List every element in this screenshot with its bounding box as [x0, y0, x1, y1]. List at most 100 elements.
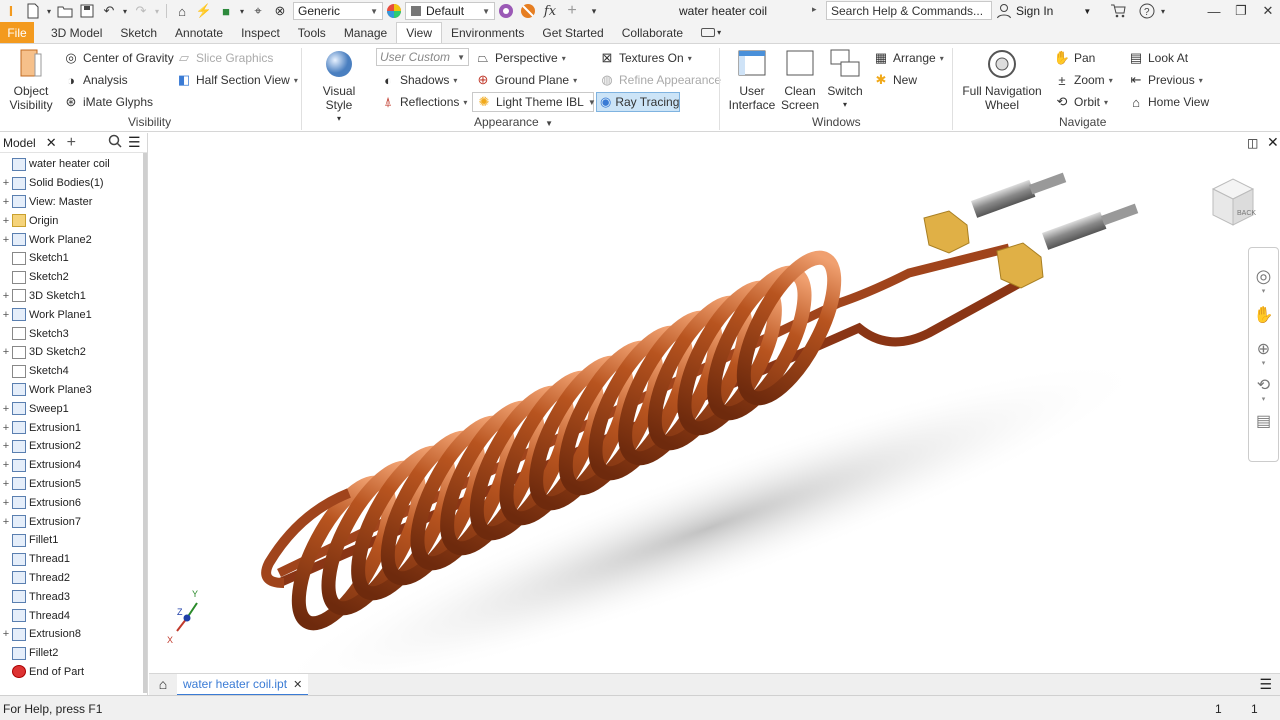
ribbon-options-button[interactable]: ▾ — [692, 22, 730, 43]
appearance-panel-label[interactable]: Appearance ▼ — [474, 115, 553, 129]
tab-sketch[interactable]: Sketch — [111, 22, 166, 43]
view-cube[interactable]: BACK — [1207, 173, 1257, 231]
previous-view-button[interactable]: ⇤ Previous ▾ — [1128, 72, 1203, 88]
browser-item[interactable]: Fillet1 — [0, 531, 147, 550]
material-select[interactable]: Generic ▼ — [293, 2, 383, 20]
full-navigation-wheel-button[interactable]: Full Navigation Wheel — [960, 48, 1044, 112]
expand-icon[interactable]: + — [0, 403, 12, 415]
look-at-icon[interactable]: ▤ — [1256, 411, 1271, 431]
tab-view[interactable]: View — [396, 22, 442, 43]
refine-appearance-button[interactable]: ◍ Refine Appearance — [599, 72, 721, 88]
object-visibility-button[interactable]: Object Visibility — [8, 48, 54, 112]
nav-wheel-icon[interactable]: ◎ — [1256, 266, 1272, 287]
browser-item[interactable]: + Sweep1 — [0, 399, 147, 418]
browser-item[interactable]: + Extrusion4 — [0, 456, 147, 475]
inventor-logo-icon[interactable]: I — [1, 2, 21, 20]
help-icon[interactable]: ? — [1137, 2, 1157, 20]
browser-item[interactable]: +3D Sketch2 — [0, 343, 147, 362]
parameters-fx-icon[interactable]: fx — [540, 2, 560, 20]
expand-icon[interactable]: + — [0, 422, 12, 434]
graphics-viewport[interactable]: Y X Z BACK ◫ ✕ ◎ ▾ ✋ ⊕ ▾ ⟲ ▾ ▤ — [149, 133, 1280, 699]
expand-icon[interactable]: + — [0, 346, 12, 358]
tab-tools[interactable]: Tools — [289, 22, 335, 43]
zoom-icon[interactable]: ⊕ — [1257, 339, 1270, 359]
browser-item[interactable]: + Solid Bodies(1) — [0, 174, 147, 193]
document-tab[interactable]: water heater coil.ipt ✕ — [177, 674, 309, 696]
tab-annotate[interactable]: Annotate — [166, 22, 232, 43]
user-interface-button[interactable]: User Interface — [728, 48, 776, 112]
expand-icon[interactable]: + — [0, 478, 12, 490]
sign-in-button[interactable]: Sign In ▼ — [996, 3, 1091, 19]
redo-dropdown-icon[interactable]: ▾ — [153, 2, 161, 20]
select-dropdown-icon[interactable]: ▾ — [238, 2, 246, 20]
document-tabs-menu-icon[interactable]: ☰ — [1259, 676, 1272, 693]
half-section-view-button[interactable]: ◧ Half Section View ▾ — [176, 72, 298, 88]
browser-item[interactable]: Fillet2 — [0, 644, 147, 663]
browser-item[interactable]: + Work Plane1 — [0, 305, 147, 324]
browser-item[interactable]: Sketch4 — [0, 362, 147, 381]
help-dropdown-icon[interactable]: ▾ — [1159, 2, 1167, 20]
ucs-icon[interactable]: ⊗ — [270, 2, 290, 20]
tab-manage[interactable]: Manage — [335, 22, 396, 43]
ray-tracing-button[interactable]: ◉ Ray Tracing — [596, 92, 680, 112]
pan-button[interactable]: ✋ Pan — [1054, 50, 1095, 66]
save-icon[interactable] — [77, 2, 97, 20]
imate-glyphs-button[interactable]: ⊛ iMate Glyphs — [63, 94, 153, 110]
expand-icon[interactable]: + — [0, 459, 12, 471]
browser-item[interactable]: Sketch1 — [0, 249, 147, 268]
arrange-button[interactable]: ▦ Arrange ▾ — [873, 50, 944, 66]
expand-icon[interactable]: + — [0, 196, 12, 208]
search-icon[interactable] — [108, 134, 122, 151]
user-custom-select[interactable]: User Custom ▼ — [376, 48, 469, 66]
expand-icon[interactable]: + — [0, 497, 12, 509]
undo-dropdown-icon[interactable]: ▾ — [121, 2, 129, 20]
browser-item[interactable]: + Extrusion8 — [0, 625, 147, 644]
switch-button[interactable]: Switch ▾ — [824, 48, 866, 112]
viewport-close-icon[interactable]: ✕ — [1267, 134, 1279, 151]
restore-icon[interactable]: ❐ — [1231, 2, 1251, 20]
expand-icon[interactable]: + — [0, 234, 12, 246]
browser-item[interactable]: Thread2 — [0, 569, 147, 588]
analysis-button[interactable]: ◑ Analysis — [63, 72, 128, 88]
close-browser-icon[interactable]: ✕ — [46, 135, 57, 151]
shadows-button[interactable]: ◐ Shadows ▾ — [380, 72, 457, 88]
redo-icon[interactable]: ↷ — [131, 2, 151, 20]
browser-item[interactable]: + Extrusion1 — [0, 418, 147, 437]
search-expand-icon[interactable]: ▸ — [812, 4, 817, 15]
viewport-maximize-icon[interactable]: ◫ — [1247, 136, 1258, 150]
tab-inspect[interactable]: Inspect — [232, 22, 289, 43]
chevron-down-icon[interactable]: ▾ — [1262, 359, 1266, 367]
close-icon[interactable]: ✕ — [1258, 2, 1278, 20]
visual-style-button[interactable]: Visual Style ▾ — [309, 48, 369, 126]
cart-icon[interactable] — [1108, 2, 1128, 20]
browser-item[interactable]: End of Part — [0, 663, 147, 682]
pan-hand-icon[interactable]: ✋ — [1254, 305, 1274, 325]
browser-item[interactable]: Work Plane3 — [0, 381, 147, 400]
orbit-button[interactable]: ⟲ Orbit ▾ — [1054, 94, 1108, 110]
clean-screen-button[interactable]: Clean Screen — [778, 48, 822, 112]
browser-item[interactable]: + Extrusion5 — [0, 475, 147, 494]
expand-icon[interactable]: + — [0, 290, 12, 302]
tab-collaborate[interactable]: Collaborate — [613, 22, 692, 43]
search-input[interactable]: Search Help & Commands... — [826, 1, 992, 20]
clear-appearance-icon[interactable] — [518, 2, 538, 20]
adjust-appearance-icon[interactable] — [496, 2, 516, 20]
textures-on-button[interactable]: ⊠ Textures On ▾ — [599, 50, 692, 66]
tab-3d-model[interactable]: 3D Model — [34, 22, 111, 43]
home-tab-icon[interactable]: ⌂ — [153, 676, 173, 694]
update-icon[interactable]: ⚡ — [194, 2, 214, 20]
browser-item[interactable]: +3D Sketch1 — [0, 287, 147, 306]
browser-item[interactable]: + View: Master — [0, 193, 147, 212]
customize-dropdown-icon[interactable]: ▾ — [584, 2, 604, 20]
measure-icon[interactable]: ⌖ — [248, 2, 268, 20]
lighting-style-select[interactable]: ✺ Light Theme IBL ▼ — [472, 92, 596, 112]
center-of-gravity-button[interactable]: ◎ Center of Gravity — [63, 50, 173, 66]
expand-icon[interactable]: + — [0, 628, 12, 640]
open-folder-icon[interactable] — [55, 2, 75, 20]
ground-plane-button[interactable]: ⊕ Ground Plane ▾ — [475, 72, 578, 88]
new-file-icon[interactable] — [23, 2, 43, 20]
add-browser-icon[interactable]: + — [67, 134, 76, 152]
browser-item[interactable]: Sketch2 — [0, 268, 147, 287]
slice-graphics-button[interactable]: ▱ Slice Graphics — [176, 50, 273, 66]
hamburger-menu-icon[interactable]: ☰ — [128, 134, 141, 151]
